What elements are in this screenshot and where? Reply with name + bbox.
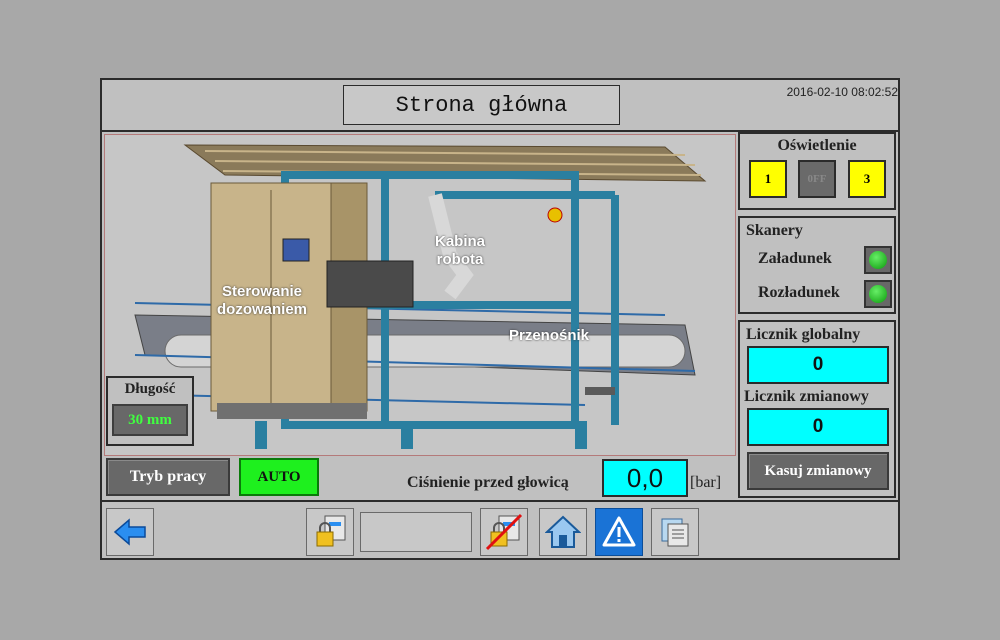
control-panel-box bbox=[326, 260, 414, 308]
alarm-warning-icon bbox=[602, 516, 636, 547]
label-robot-cabin: Kabina robota bbox=[435, 233, 486, 268]
scanner-loading-label: Załadunek bbox=[758, 250, 832, 267]
machine-scene-drawing bbox=[134, 144, 707, 449]
global-counter-label: Licznik globalny bbox=[746, 326, 861, 343]
scanners-title: Skanery bbox=[746, 222, 803, 239]
logout-button[interactable] bbox=[480, 508, 528, 556]
scanner-loading-lamp bbox=[864, 246, 892, 274]
user-display-field bbox=[360, 512, 472, 552]
light-button-3[interactable]: 3 bbox=[848, 160, 886, 198]
counters-panel: Licznik globalny 0 Licznik zmianowy 0 Ka… bbox=[738, 320, 896, 498]
length-value-field[interactable]: 30 mm bbox=[112, 404, 188, 436]
pressure-unit: [bar] bbox=[690, 474, 722, 491]
mode-status-indicator: AUTO bbox=[239, 458, 319, 496]
work-mode-button[interactable]: Tryb pracy bbox=[106, 458, 230, 496]
pressure-label: Ciśnienie przed głowicą bbox=[407, 474, 569, 491]
scanners-panel: Skanery Załadunek Rozładunek bbox=[738, 216, 896, 314]
title-bar: Strona główna 2016-02-10 08:02:52 bbox=[102, 80, 898, 132]
hmi-screen: Strona główna 2016-02-10 08:02:52 Kabina… bbox=[100, 78, 900, 560]
label-dosing-control: Sterowanie dozowaniem bbox=[217, 283, 308, 318]
pages-icon bbox=[661, 518, 689, 547]
green-status-icon bbox=[869, 251, 887, 269]
home-button[interactable] bbox=[539, 508, 587, 556]
label-conveyor: Przenośnik bbox=[509, 327, 590, 344]
back-arrow-icon bbox=[113, 518, 146, 546]
login-button[interactable] bbox=[306, 508, 354, 556]
home-icon bbox=[545, 515, 581, 548]
length-title: Długość bbox=[124, 381, 176, 397]
pages-button[interactable] bbox=[651, 508, 699, 556]
light-button-1[interactable]: 1 bbox=[749, 160, 787, 198]
length-panel: Długość 30 mm bbox=[106, 376, 194, 446]
lighting-panel: Oświetlenie 1 0FF 3 bbox=[738, 132, 896, 210]
light-button-off[interactable]: 0FF bbox=[798, 160, 836, 198]
datetime-display: 2016-02-10 08:02:52 bbox=[786, 85, 898, 99]
global-counter-value: 0 bbox=[747, 346, 889, 384]
back-button[interactable] bbox=[106, 508, 154, 556]
sensor-stand bbox=[585, 387, 615, 395]
alarms-button[interactable] bbox=[595, 508, 643, 556]
page-title: Strona główna bbox=[343, 85, 620, 125]
bottom-navigation bbox=[102, 500, 898, 560]
green-status-icon bbox=[869, 285, 887, 303]
pressure-value: 0,0 bbox=[602, 459, 688, 497]
cabinet-screen bbox=[282, 238, 310, 262]
shift-counter-value: 0 bbox=[747, 408, 889, 446]
reset-shift-counter-button[interactable]: Kasuj zmianowy bbox=[747, 452, 889, 490]
scanner-unloading-lamp bbox=[864, 280, 892, 308]
lighting-title: Oświetlenie bbox=[777, 137, 857, 154]
cabinet-base bbox=[217, 403, 367, 419]
logout-lock-icon bbox=[485, 513, 523, 551]
machine-visualization: Kabina robota Sterowanie dozowaniem Prze… bbox=[104, 134, 736, 456]
login-lock-icon bbox=[316, 515, 346, 547]
shift-counter-label: Licznik zmianowy bbox=[744, 388, 869, 405]
warning-beacon bbox=[547, 207, 563, 223]
scanner-unloading-label: Rozładunek bbox=[758, 284, 840, 301]
